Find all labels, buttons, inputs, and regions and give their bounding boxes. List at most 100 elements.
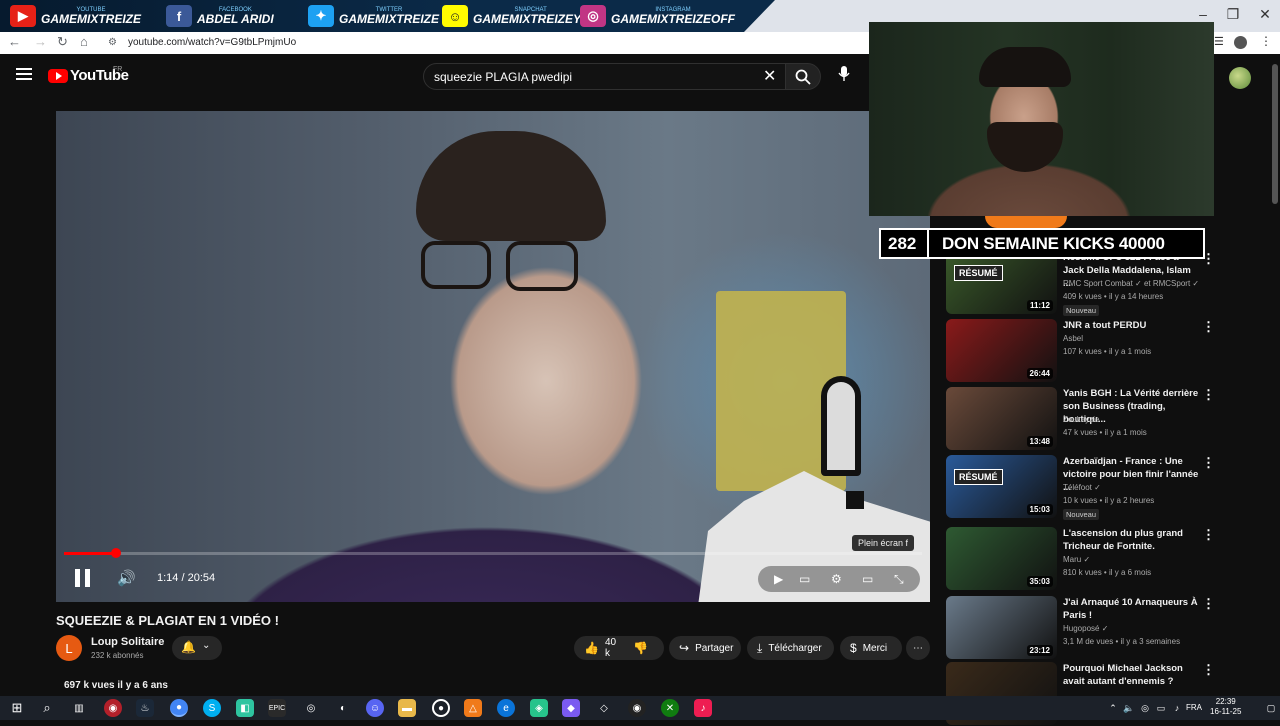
- windows-start-icon[interactable]: ⊞: [8, 699, 26, 717]
- recommendation-card[interactable]: RÉSUMÉ11:12Résumé UFC 322 : Face à Jack …: [946, 251, 1266, 316]
- more-options-icon[interactable]: ⋮: [1202, 527, 1215, 543]
- video-thumbnail[interactable]: 23:12: [946, 596, 1057, 659]
- app-icon-teal[interactable]: ◈: [530, 699, 548, 717]
- download-button[interactable]: ⤓ Télécharger: [747, 636, 834, 660]
- tiktok-icon[interactable]: ♪: [694, 699, 712, 717]
- recommendation-card[interactable]: 23:12 J'ai Arnaqué 10 Arnaqueurs À Paris …: [946, 596, 1266, 660]
- recommendation-channel[interactable]: Zoukayzie: [1063, 415, 1099, 424]
- more-actions-button[interactable]: ⋯: [906, 636, 930, 660]
- share-button[interactable]: ↪ Partager: [669, 636, 741, 660]
- microphone-icon[interactable]: [838, 66, 850, 85]
- tray-speaker-icon[interactable]: ♪: [1168, 699, 1186, 717]
- recommendation-channel[interactable]: RMC Sport Combat ✓ et RMCSport ✓: [1063, 279, 1199, 288]
- theater-mode-icon[interactable]: ▭: [862, 572, 873, 586]
- channel-avatar[interactable]: L: [56, 635, 82, 661]
- progress-scrubber[interactable]: [111, 548, 121, 558]
- more-options-icon[interactable]: ⋮: [1202, 319, 1215, 335]
- search-query[interactable]: squeezie PLAGIA pwedipi: [434, 70, 572, 84]
- steam-icon[interactable]: ♨: [136, 699, 154, 717]
- xbox-icon[interactable]: ✕: [661, 699, 679, 717]
- menu-icon[interactable]: [16, 68, 32, 80]
- system-clock[interactable]: 22:39 16-11-25: [1210, 697, 1241, 717]
- recommendation-channel[interactable]: Téléfoot ✓: [1063, 483, 1101, 492]
- clear-search-icon[interactable]: ✕: [763, 66, 776, 86]
- recommendation-card[interactable]: RÉSUMÉ 15:03 Azerbaïdjan - France : Une vi…: [946, 455, 1266, 520]
- back-icon[interactable]: ←: [8, 34, 21, 49]
- recommendation-channel[interactable]: Hugoposé ✓: [1063, 624, 1108, 633]
- video-thumbnail[interactable]: RÉSUMÉ 15:03: [946, 455, 1057, 518]
- search-icon: [795, 69, 811, 85]
- recommendation-title[interactable]: L'ascension du plus grand Tricheur de Fo…: [1063, 527, 1201, 553]
- app-icon-dark[interactable]: ◉: [628, 699, 646, 717]
- video-thumbnail[interactable]: 26:44: [946, 319, 1057, 382]
- subtitles-icon[interactable]: ▭: [799, 572, 810, 586]
- site-info-icon[interactable]: ⚙: [108, 37, 117, 48]
- pause-button[interactable]: [75, 569, 91, 587]
- minimize-button[interactable]: –: [1188, 6, 1218, 22]
- maximize-button[interactable]: ❐: [1218, 6, 1248, 23]
- chrome-icon[interactable]: ●: [170, 699, 188, 717]
- app-icon-circle[interactable]: ◎: [302, 699, 320, 717]
- share-icon: ↪: [679, 641, 690, 655]
- recommendation-channel[interactable]: Asbel: [1063, 334, 1083, 343]
- like-dislike-button[interactable]: 👍 40 k 👎: [574, 636, 664, 660]
- video-player[interactable]: [56, 111, 930, 602]
- menu-icon[interactable]: ☰: [1214, 35, 1224, 48]
- notifications-icon[interactable]: ▢: [1262, 699, 1280, 717]
- video-thumbnail[interactable]: 13:48: [946, 387, 1057, 450]
- thumbs-down-icon[interactable]: 👎: [633, 641, 648, 655]
- video-frame-glasses: [506, 241, 578, 291]
- reload-icon[interactable]: ↻: [57, 34, 68, 50]
- recommendation-title[interactable]: JNR a tout PERDU: [1063, 319, 1201, 332]
- thumbs-up-icon[interactable]: 👍: [584, 641, 599, 655]
- video-title: SQUEEZIE & PLAGIAT EN 1 VIDÉO !: [56, 613, 279, 628]
- autoplay-icon[interactable]: ▶: [774, 572, 783, 586]
- recommendation-title[interactable]: J'ai Arnaqué 10 Arnaqueurs À Paris !: [1063, 596, 1201, 622]
- app-icon-blue[interactable]: ◐: [334, 699, 352, 717]
- edge-icon[interactable]: e: [497, 699, 515, 717]
- recommendation-card[interactable]: 13:48 Yanis BGH : La Vérité derrière son …: [946, 387, 1266, 451]
- obs-icon[interactable]: ●: [432, 699, 450, 717]
- more-options-icon[interactable]: ⋮: [1202, 662, 1215, 678]
- page-scrollbar[interactable]: [1272, 64, 1278, 204]
- notification-button[interactable]: 🔔 ⌄: [172, 636, 222, 660]
- app-icon-green[interactable]: ◧: [236, 699, 254, 717]
- input-language[interactable]: FRA: [1186, 703, 1202, 712]
- video-thumbnail[interactable]: RÉSUMÉ 11:12: [946, 251, 1057, 314]
- recommendation-card[interactable]: 26:44 JNR a tout PERDU Asbel 107 k vues • i…: [946, 319, 1266, 383]
- epic-games-icon[interactable]: EPIC: [268, 699, 286, 717]
- task-view-icon[interactable]: ▥: [70, 699, 88, 717]
- home-icon[interactable]: ⌂: [80, 34, 88, 49]
- more-options-icon[interactable]: ⋮: [1202, 387, 1215, 403]
- discord-icon[interactable]: ☺: [366, 699, 384, 717]
- search-button[interactable]: [785, 63, 821, 90]
- volume-icon[interactable]: 🔊: [117, 569, 136, 587]
- video-thumbnail[interactable]: 35:03: [946, 527, 1057, 590]
- youtube-logo-icon[interactable]: [48, 69, 68, 83]
- profile-icon[interactable]: [1234, 36, 1247, 49]
- app-icon-orange[interactable]: △: [464, 699, 482, 717]
- url-text[interactable]: youtube.com/watch?v=G9tbLPmjmUo: [128, 37, 296, 48]
- recommendation-title[interactable]: Pourquoi Michael Jackson avait autant d'…: [1063, 662, 1201, 688]
- forward-icon[interactable]: →: [34, 34, 47, 49]
- app-icon-white[interactable]: ◇: [595, 699, 613, 717]
- more-icon[interactable]: ⋮: [1260, 34, 1272, 48]
- file-explorer-icon[interactable]: ▬: [398, 699, 416, 717]
- app-icon-purple[interactable]: ◆: [562, 699, 580, 717]
- channel-name[interactable]: Loup Solitaire: [91, 636, 164, 648]
- taskbar-search-icon[interactable]: ⌕: [38, 699, 56, 717]
- close-window-button[interactable]: ✕: [1250, 6, 1280, 23]
- fullscreen-icon[interactable]: ⤡: [894, 572, 904, 587]
- skype-icon[interactable]: S: [203, 699, 221, 717]
- recommendation-channel[interactable]: Maru ✓: [1063, 555, 1090, 564]
- recommendation-card[interactable]: 35:03 L'ascension du plus grand Tricheur …: [946, 527, 1266, 591]
- account-avatar[interactable]: [1229, 67, 1251, 89]
- thanks-button[interactable]: $ Merci: [840, 636, 902, 660]
- settings-icon[interactable]: ⚙: [831, 572, 842, 586]
- more-options-icon[interactable]: ⋮: [1202, 596, 1215, 612]
- progress-bar[interactable]: [64, 552, 922, 555]
- app-icon-red[interactable]: ◉: [104, 699, 122, 717]
- more-options-icon[interactable]: ⋮: [1202, 455, 1215, 471]
- views-and-date[interactable]: 697 k vues il y a 6 ans: [64, 680, 168, 691]
- time-display: 1:14 / 20:54: [157, 572, 216, 584]
